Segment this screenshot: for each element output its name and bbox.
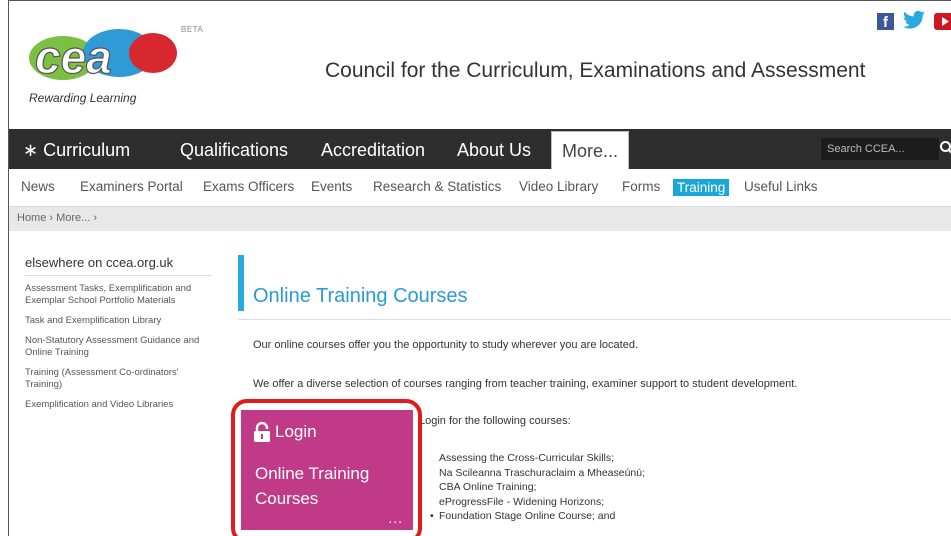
subnav-news[interactable]: News: [21, 179, 55, 194]
lock-icon: [254, 422, 270, 442]
twitter-icon[interactable]: [902, 10, 926, 32]
breadcrumb-bar: Home › More... ›: [9, 207, 951, 231]
list-item: Assessing the Cross-Curricular Skills;: [439, 452, 615, 464]
search-input[interactable]: [821, 138, 939, 160]
sidebar-link-non-statutory[interactable]: Non-Statutory Assessment Guidance and On…: [25, 335, 211, 359]
svg-text:cea: cea: [35, 31, 112, 83]
youtube-play: [942, 17, 949, 26]
more-icon: ...: [388, 510, 403, 526]
title-divider: [238, 319, 951, 320]
title-accent-bar: [238, 255, 244, 311]
subnav-research-statistics[interactable]: Research & Statistics: [373, 179, 501, 194]
subnav-useful-links[interactable]: Useful Links: [744, 179, 818, 194]
list-item: Foundation Stage Online Course; and: [430, 509, 645, 524]
sidebar-heading: elsewhere on ccea.org.uk: [25, 255, 211, 276]
list-item: Na Scileanna Traschuraclaim a Mheaseúnú;: [439, 466, 646, 479]
twitter-bird: [903, 10, 925, 29]
course-list: Assessing the Cross-Curricular Skills; N…: [430, 451, 646, 524]
search-icon[interactable]: [939, 140, 951, 156]
subnav-forms[interactable]: Forms: [622, 179, 660, 194]
tile-title-line-1: Online Training: [255, 464, 370, 483]
facebook-glyph: f: [883, 14, 888, 31]
breadcrumb[interactable]: Home › More... ›: [17, 212, 97, 224]
list-item: CBA Online Training;: [439, 481, 537, 493]
tile-title-line-2: Courses: [255, 489, 319, 508]
nav-accreditation[interactable]: Accreditation: [321, 129, 425, 169]
subnav-video-library[interactable]: Video Library: [519, 179, 598, 194]
sidebar-link-assessment-tasks[interactable]: Assessment Tasks, Exemplification and Ex…: [25, 283, 211, 307]
main-navigation: ∗ Curriculum Qualifications Accreditatio…: [9, 129, 951, 171]
logo-tagline: Rewarding Learning: [29, 91, 137, 105]
login-label: Login: [275, 422, 317, 441]
nav-qualifications[interactable]: Qualifications: [180, 129, 288, 169]
subnav-training[interactable]: Training: [673, 179, 730, 196]
sidebar-link-training[interactable]: Training (Assessment Co-ordinators' Trai…: [25, 367, 211, 391]
list-item: eProgressFile - Widening Horizons;: [439, 495, 605, 508]
nav-more[interactable]: More...: [551, 131, 630, 171]
sidebar-link-exemplification[interactable]: Exemplification and Video Libraries: [25, 399, 211, 411]
nav-about-us[interactable]: About Us: [457, 129, 531, 169]
sub-navigation: News Examiners Portal Exams Officers Eve…: [9, 169, 951, 207]
site-header: cea BETA Rewarding Learning Council for …: [9, 1, 951, 129]
sidebar-link-task-library[interactable]: Task and Exemplification Library: [25, 315, 211, 327]
login-intro-text: Login for the following courses:: [419, 415, 571, 427]
subnav-exams-officers[interactable]: Exams Officers: [203, 179, 294, 194]
ccea-logo[interactable]: cea BETA Rewarding Learning: [23, 23, 203, 115]
subnav-events[interactable]: Events: [311, 179, 352, 194]
courses-paragraph: We offer a diverse selection of courses …: [253, 378, 798, 390]
page-frame: cea BETA Rewarding Learning Council for …: [8, 0, 951, 536]
intro-paragraph: Our online courses offer you the opportu…: [253, 339, 639, 351]
nav-curriculum[interactable]: ∗ Curriculum: [23, 129, 130, 169]
youtube-icon[interactable]: [934, 13, 951, 30]
ccea-logo-mark: cea: [29, 29, 177, 84]
beta-badge: BETA: [181, 25, 204, 34]
subnav-examiners-portal[interactable]: Examiners Portal: [80, 179, 183, 194]
page-title: Online Training Courses: [253, 285, 468, 307]
login-tile[interactable]: Login Online Training Courses ...: [241, 410, 413, 530]
facebook-icon[interactable]: f: [877, 13, 894, 31]
sidebar: elsewhere on ccea.org.uk Assessment Task…: [25, 255, 221, 411]
organisation-title: Council for the Curriculum, Examinations…: [325, 59, 866, 82]
